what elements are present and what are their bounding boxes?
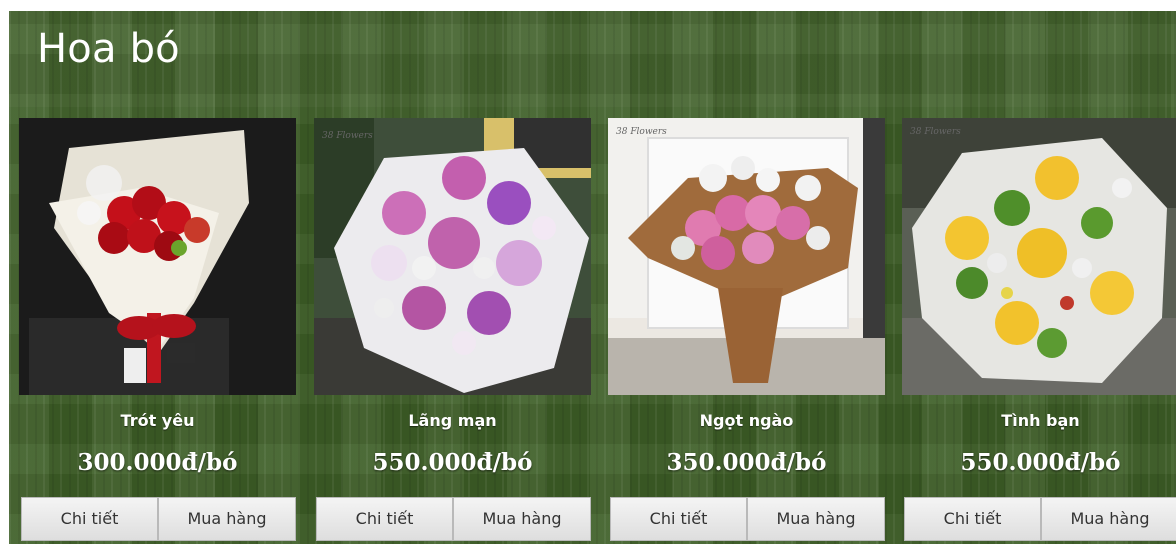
- product-image[interactable]: 38 Flowers: [608, 118, 885, 395]
- buy-button[interactable]: Mua hàng: [747, 497, 885, 541]
- pink-rose-bouquet-image: 38 Flowers: [608, 118, 885, 395]
- purple-rose-bouquet-image: 38 Flowers: [314, 118, 591, 395]
- product-image[interactable]: [19, 118, 296, 395]
- product-image[interactable]: 38 Flowers: [314, 118, 591, 395]
- page: Hoa bó Trót yêu 300.000đ/bó Chi tiết Mua…: [0, 0, 1176, 544]
- section-title: Hoa bó: [37, 26, 180, 72]
- product-image[interactable]: 38 Flowers: [902, 118, 1176, 395]
- buy-button[interactable]: Mua hàng: [453, 497, 591, 541]
- detail-button[interactable]: Chi tiết: [21, 497, 158, 541]
- product-card: 38 Flowers Tình bạn 550.000đ/bó Chi tiết…: [902, 118, 1176, 544]
- product-name: Trót yêu: [120, 411, 195, 430]
- product-price: 550.000đ/bó: [960, 449, 1121, 476]
- product-section: Hoa bó Trót yêu 300.000đ/bó Chi tiết Mua…: [9, 11, 1176, 544]
- buy-button[interactable]: Mua hàng: [1041, 497, 1176, 541]
- product-name: Lãng mạn: [408, 411, 497, 430]
- detail-button[interactable]: Chi tiết: [904, 497, 1041, 541]
- svg-text:38 Flowers: 38 Flowers: [616, 127, 667, 137]
- svg-text:38 Flowers: 38 Flowers: [322, 131, 373, 141]
- product-name: Tình bạn: [1001, 411, 1080, 430]
- buy-button[interactable]: Mua hàng: [158, 497, 296, 541]
- product-card: 38 Flowers Ngọt ngào 350.000đ/bó Chi tiế…: [608, 118, 887, 544]
- svg-text:38 Flowers: 38 Flowers: [910, 127, 961, 137]
- detail-button[interactable]: Chi tiết: [610, 497, 747, 541]
- product-card: 38 Flowers Lãng mạn 550.000đ/bó Chi tiết…: [314, 118, 593, 544]
- yellow-rose-bouquet-image: 38 Flowers: [902, 118, 1176, 395]
- product-price: 300.000đ/bó: [77, 449, 238, 476]
- product-card: Trót yêu 300.000đ/bó Chi tiết Mua hàng: [19, 118, 298, 544]
- product-price: 550.000đ/bó: [372, 449, 533, 476]
- product-price: 350.000đ/bó: [666, 449, 827, 476]
- section-header: [9, 11, 1176, 107]
- detail-button[interactable]: Chi tiết: [316, 497, 453, 541]
- product-name: Ngọt ngào: [699, 411, 794, 430]
- red-rose-bouquet-image: [19, 118, 296, 395]
